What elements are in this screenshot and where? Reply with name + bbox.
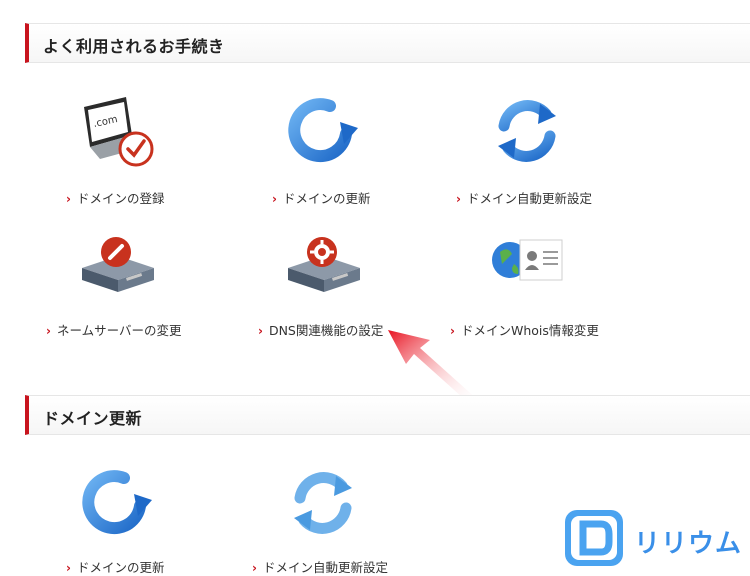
chevron-right-icon: › bbox=[272, 192, 277, 206]
logo-text: リリウム bbox=[634, 529, 743, 559]
server-pencil-icon bbox=[82, 237, 154, 292]
link-dns-settings[interactable]: › DNS関連機能の設定 bbox=[258, 320, 383, 339]
auto-renew-cycle-icon bbox=[498, 100, 556, 162]
chevron-right-icon: › bbox=[252, 561, 257, 575]
server-gear-icon bbox=[288, 237, 360, 292]
renew-arrow-icon bbox=[288, 98, 358, 163]
chevron-right-icon: › bbox=[66, 192, 71, 206]
globe-idcard-icon bbox=[492, 239, 563, 281]
auto-renew-cycle-icon bbox=[294, 472, 352, 534]
renew-arrow-icon bbox=[82, 470, 152, 535]
chevron-right-icon: › bbox=[456, 192, 461, 206]
link-auto-renew-2[interactable]: › ドメイン自動更新設定 bbox=[252, 557, 388, 576]
site-logo-icon bbox=[565, 510, 623, 566]
link-domain-register[interactable]: › ドメインの登録 bbox=[66, 188, 164, 207]
link-domain-renew-2[interactable]: › ドメインの更新 bbox=[66, 557, 164, 576]
link-domain-renew[interactable]: › ドメインの更新 bbox=[272, 188, 370, 207]
chevron-right-icon: › bbox=[66, 561, 71, 575]
laptop-dotcom-check-icon: .com bbox=[84, 97, 154, 167]
section-header-frequent: よく利用されるお手続き bbox=[25, 23, 750, 63]
chevron-right-icon: › bbox=[46, 324, 51, 338]
section-header-domain-renew: ドメイン更新 bbox=[25, 395, 750, 435]
link-auto-renew[interactable]: › ドメイン自動更新設定 bbox=[456, 188, 592, 207]
section-title: ドメイン更新 bbox=[43, 409, 143, 428]
link-nameserver-change[interactable]: › ネームサーバーの変更 bbox=[46, 320, 181, 339]
chevron-right-icon: › bbox=[258, 324, 263, 338]
section-title: よく利用されるお手続き bbox=[43, 37, 225, 56]
